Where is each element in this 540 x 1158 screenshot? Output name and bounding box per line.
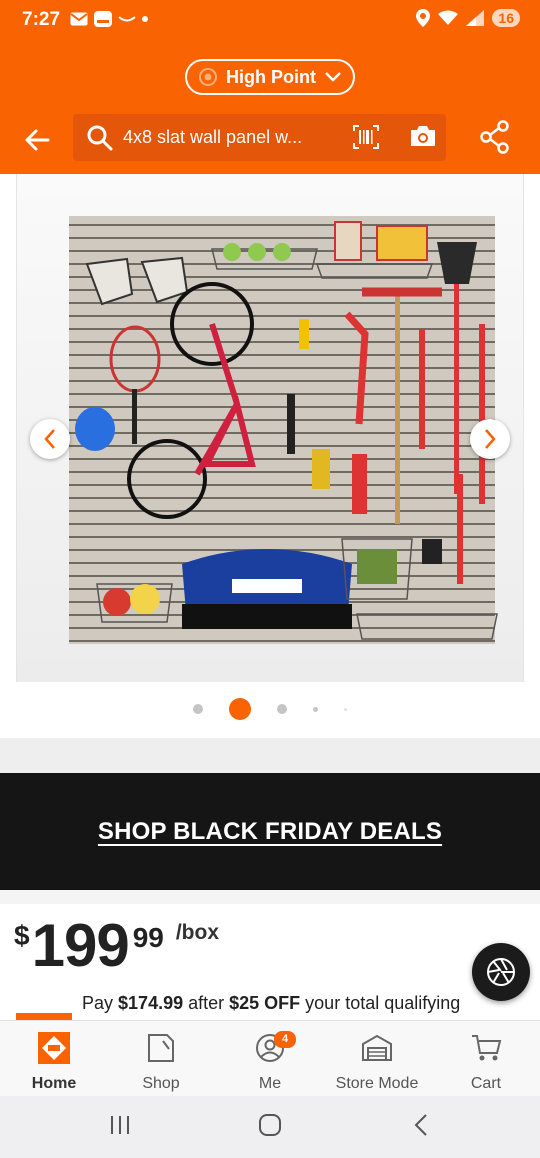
back-arrow-icon: [25, 129, 50, 151]
pagination-dot[interactable]: [193, 704, 203, 714]
home-icon[interactable]: [258, 1113, 282, 1137]
pagination-dot[interactable]: [313, 706, 318, 712]
product-image[interactable]: [16, 174, 524, 682]
nav-store-mode[interactable]: Store Mode: [323, 1031, 431, 1093]
gallery-pagination[interactable]: [0, 698, 540, 720]
nav-cart[interactable]: Cart: [432, 1031, 540, 1093]
status-time: 7:27: [22, 9, 61, 30]
app-header: High Point 4x8 slat wall panel w...: [0, 38, 540, 174]
section-divider: [0, 738, 540, 773]
system-navigation-bar: [0, 1096, 540, 1158]
nav-cart-label: Cart: [470, 1075, 502, 1092]
battery-level: 16: [492, 9, 520, 27]
price-currency: $: [14, 920, 30, 951]
recent-apps-icon[interactable]: [108, 1113, 132, 1137]
wifi-icon: [438, 10, 459, 25]
status-bar: 7:27 16: [0, 0, 540, 38]
store-name: High Point: [226, 66, 316, 87]
black-friday-banner[interactable]: SHOP BLACK FRIDAY DEALS: [0, 773, 540, 890]
gallery-prev-button[interactable]: [30, 419, 70, 459]
price-whole: 199: [31, 912, 130, 979]
nav-me[interactable]: 4 Me: [216, 1031, 324, 1093]
black-friday-link[interactable]: SHOP BLACK FRIDAY DEALS: [98, 818, 442, 846]
back-button[interactable]: [20, 123, 54, 157]
shop-icon: [148, 1034, 174, 1062]
notification-box-icon: [94, 11, 112, 27]
home-depot-logo-icon: [38, 1032, 70, 1064]
pagination-dot-active[interactable]: [229, 698, 251, 720]
nav-home-label: Home: [31, 1075, 77, 1092]
store-pin-icon: [199, 68, 217, 86]
aperture-icon: [487, 958, 515, 986]
gmail-icon: [70, 12, 88, 26]
promo-amount: $174.99: [118, 993, 184, 1013]
slatwall-illustration: [69, 216, 498, 644]
me-notification-badge: 4: [274, 1031, 296, 1048]
status-left-icons: [70, 11, 148, 27]
pagination-dot[interactable]: [344, 707, 347, 711]
cart-icon: [472, 1035, 502, 1061]
barcode-scan-icon[interactable]: [353, 125, 379, 149]
nav-store-mode-label: Store Mode: [335, 1075, 419, 1092]
chevron-left-icon: [44, 429, 55, 449]
chevron-down-icon: [325, 72, 341, 82]
dot-icon: [142, 16, 148, 22]
pagination-dot[interactable]: [277, 704, 287, 714]
gallery-next-button[interactable]: [470, 419, 510, 459]
search-bar[interactable]: 4x8 slat wall panel w...: [73, 114, 446, 161]
camera-icon[interactable]: [409, 124, 437, 148]
nav-shop-label: Shop: [142, 1075, 180, 1092]
search-query[interactable]: 4x8 slat wall panel w...: [123, 127, 323, 148]
product-price: $ 199 99 /box: [14, 914, 219, 978]
share-icon[interactable]: [480, 120, 510, 154]
bottom-navigation: Home Shop 4 Me Store Mode Cart: [0, 1020, 540, 1096]
nav-home[interactable]: Home: [0, 1031, 108, 1093]
chevron-right-icon: [485, 429, 496, 449]
promo-suffix: your total qualifying: [300, 993, 461, 1013]
promo-middle: after: [183, 993, 230, 1013]
store-selector[interactable]: High Point: [185, 59, 355, 95]
promo-discount: $25 OFF: [229, 993, 301, 1013]
product-gallery[interactable]: [0, 174, 540, 738]
promo-offer-text: Pay $174.99 after $25 OFF your total qua…: [82, 993, 460, 1014]
status-right-icons: 16: [416, 9, 520, 27]
section-divider: [0, 890, 540, 904]
back-icon[interactable]: [410, 1113, 434, 1137]
chat-assistant-button[interactable]: [472, 943, 530, 1001]
price-cents: 99: [132, 922, 164, 953]
price-unit: /box: [175, 921, 220, 944]
search-icon: [87, 125, 113, 150]
promo-prefix: Pay: [82, 993, 119, 1013]
nav-me-label: Me: [258, 1075, 282, 1092]
signal-icon: [466, 10, 485, 26]
amazon-icon: [118, 16, 136, 22]
location-icon: [416, 9, 431, 27]
nav-shop[interactable]: Shop: [107, 1031, 215, 1093]
store-icon: [362, 1034, 392, 1061]
